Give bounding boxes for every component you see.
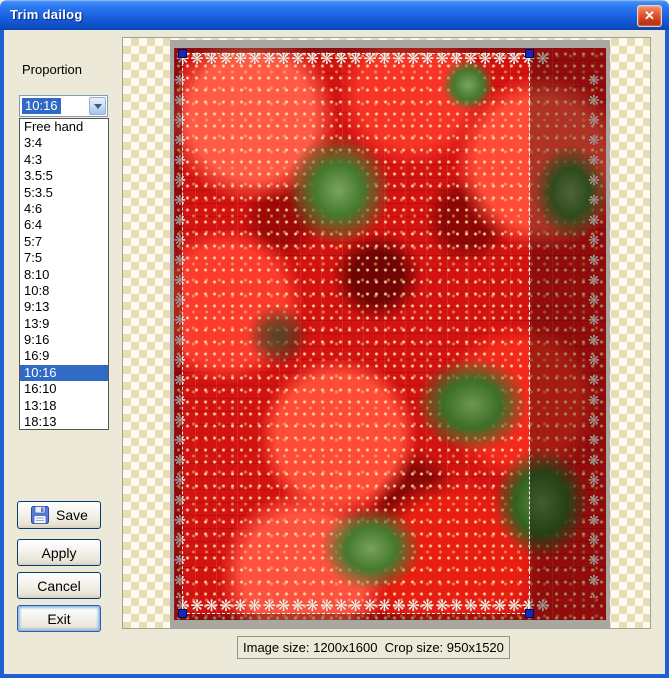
proportion-option[interactable]: Free hand (20, 119, 108, 135)
exit-button[interactable]: Exit (17, 605, 101, 632)
proportion-option[interactable]: 4:3 (20, 152, 108, 168)
proportion-option[interactable]: 5:7 (20, 234, 108, 250)
strawberry-image: ❋❋❋❋❋❋❋❋❋❋❋❋❋❋❋❋❋❋❋❋❋❋❋❋❋❋ ❋❋❋❋❋❋❋❋❋❋❋❋❋… (174, 48, 606, 620)
apply-button-label: Apply (41, 544, 77, 561)
crop-region[interactable] (178, 49, 534, 618)
proportion-option[interactable]: 10:16 (20, 364, 108, 382)
crop-handle-bottom-right[interactable] (525, 609, 534, 618)
proportion-option[interactable]: 4:6 (20, 201, 108, 217)
proportion-option[interactable]: 7:5 (20, 250, 108, 266)
proportion-option[interactable]: 9:13 (20, 299, 108, 315)
proportion-option[interactable]: 16:9 (20, 348, 108, 364)
save-button-label: Save (56, 507, 88, 523)
crop-handle-top-right[interactable] (525, 49, 534, 58)
proportion-option[interactable]: 13:9 (20, 316, 108, 332)
trim-dialog-window: Trim dailog ✕ Proportion 10:16 Free hand… (0, 0, 669, 678)
proportion-option[interactable]: 13:18 (20, 398, 108, 414)
proportion-option[interactable]: 9:16 (20, 332, 108, 348)
proportion-option[interactable]: 3:4 (20, 135, 108, 151)
cancel-button-label: Cancel (37, 577, 81, 594)
crop-handle-top-left[interactable] (178, 49, 187, 58)
titlebar[interactable]: Trim dailog (0, 0, 669, 30)
crop-handle-bottom-left[interactable] (178, 609, 187, 618)
ornament-border-right-icon: ❋❋❋❋❋❋❋❋❋❋❋❋❋❋❋❋❋❋❋❋❋❋❋❋❋❋❋ (588, 72, 600, 598)
cancel-button[interactable]: Cancel (17, 572, 101, 599)
proportion-listbox[interactable]: Free hand 3:4 4:3 3.5:5 5:3.5 4:6 6:4 5:7 7:5 8:1… (19, 118, 109, 430)
proportion-option[interactable]: 6:4 (20, 217, 108, 233)
save-button[interactable]: Save (17, 501, 101, 529)
proportion-option[interactable]: 3.5:5 (20, 168, 108, 184)
proportion-option[interactable]: 8:10 (20, 267, 108, 283)
proportion-option[interactable]: 5:3.5 (20, 185, 108, 201)
close-button[interactable]: ✕ (637, 5, 662, 27)
status-text: Image size: 1200x1600 Crop size: 950x152… (243, 640, 504, 655)
proportion-option[interactable]: 16:10 (20, 381, 108, 397)
proportion-label: Proportion (22, 62, 82, 77)
chevron-down-icon (93, 104, 102, 109)
status-box: Image size: 1200x1600 Crop size: 950x152… (237, 636, 510, 659)
window-title: Trim dailog (10, 7, 83, 22)
proportion-option[interactable]: 10:8 (20, 283, 108, 299)
proportion-option[interactable]: 18:13 (20, 414, 108, 429)
proportion-combobox[interactable]: 10:16 (19, 95, 108, 117)
exit-button-label: Exit (47, 610, 71, 627)
combobox-dropdown-button[interactable] (89, 97, 106, 115)
close-icon: ✕ (644, 8, 655, 23)
apply-button[interactable]: Apply (17, 539, 101, 566)
floppy-disk-icon (31, 506, 50, 524)
combobox-value: 10:16 (22, 98, 61, 114)
